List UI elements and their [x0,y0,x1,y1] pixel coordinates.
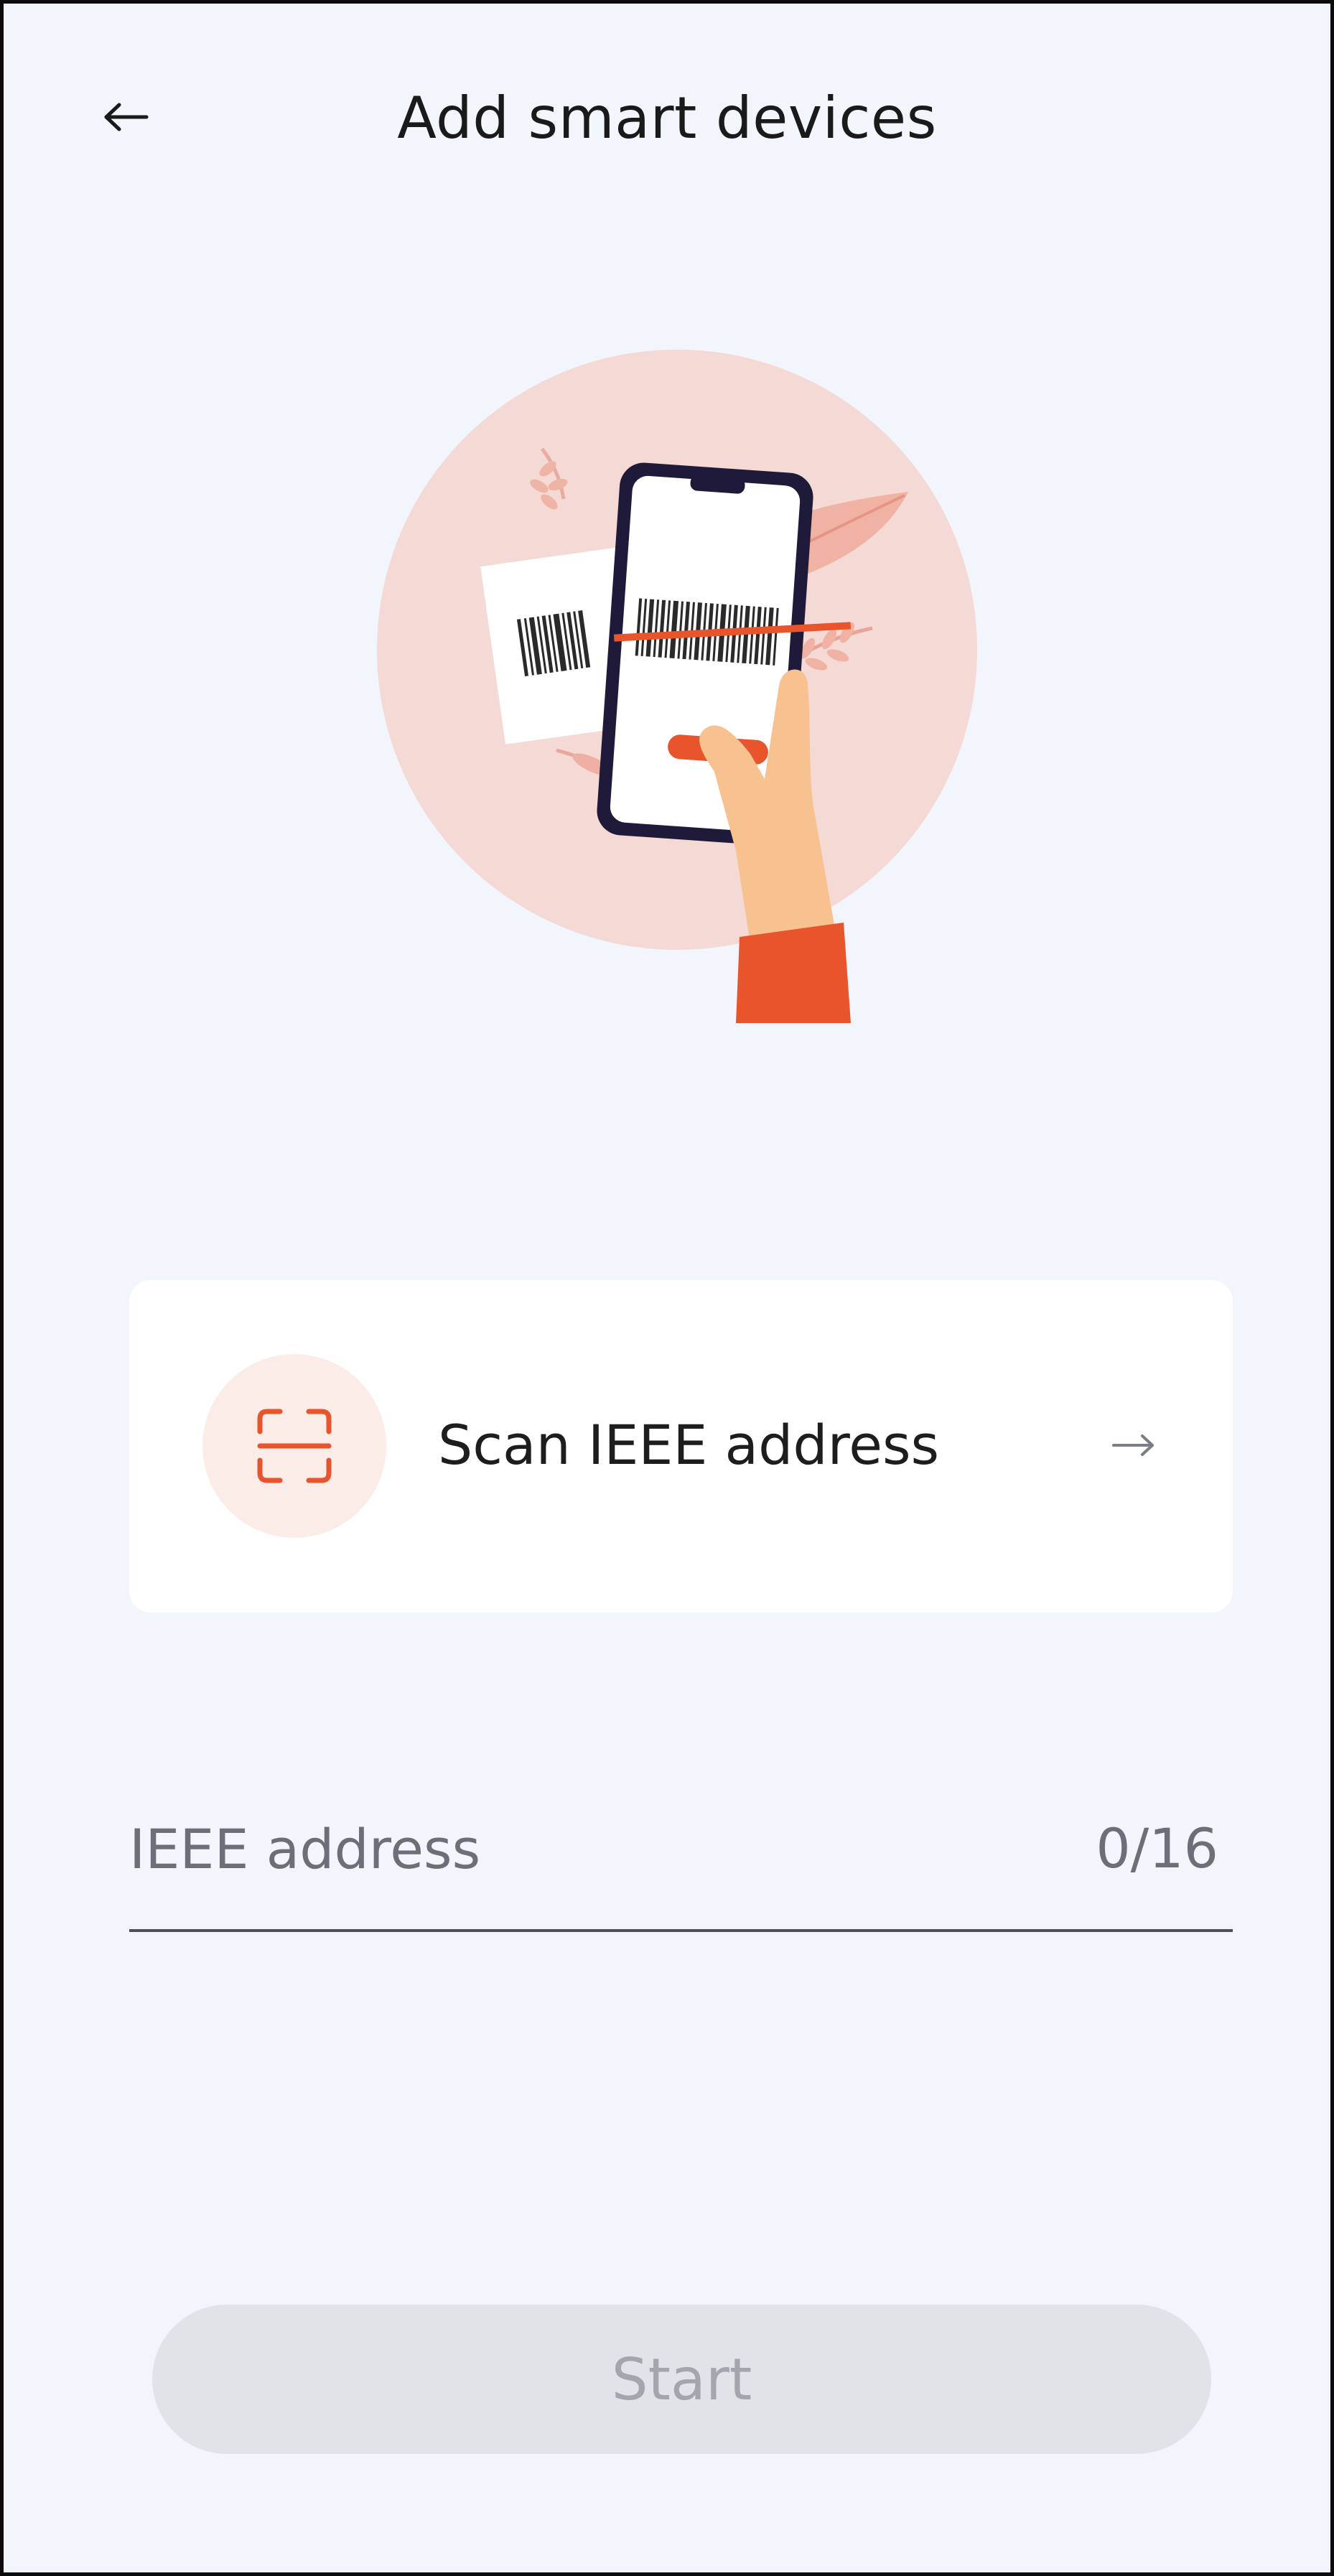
page-title: Add smart devices [397,85,937,151]
ieee-address-field: 0/16 [129,1777,1233,1932]
header: Add smart devices [4,4,1330,233]
scan-ieee-label: Scan IEEE address [438,1413,940,1477]
scan-icon-circle [202,1354,386,1538]
arrow-right-icon [1105,1409,1162,1481]
scan-frame-icon [257,1409,332,1483]
character-counter: 0/16 [1096,1816,1218,1880]
start-button[interactable]: Start [152,2305,1211,2454]
scan-ieee-card[interactable]: Scan IEEE address [129,1280,1233,1613]
phone-scanning-barcode-illustration [377,350,977,1023]
app-screen: Add smart devices Scan IEEE address IEEE… [0,0,1334,2576]
ieee-address-input[interactable] [129,1798,991,1899]
